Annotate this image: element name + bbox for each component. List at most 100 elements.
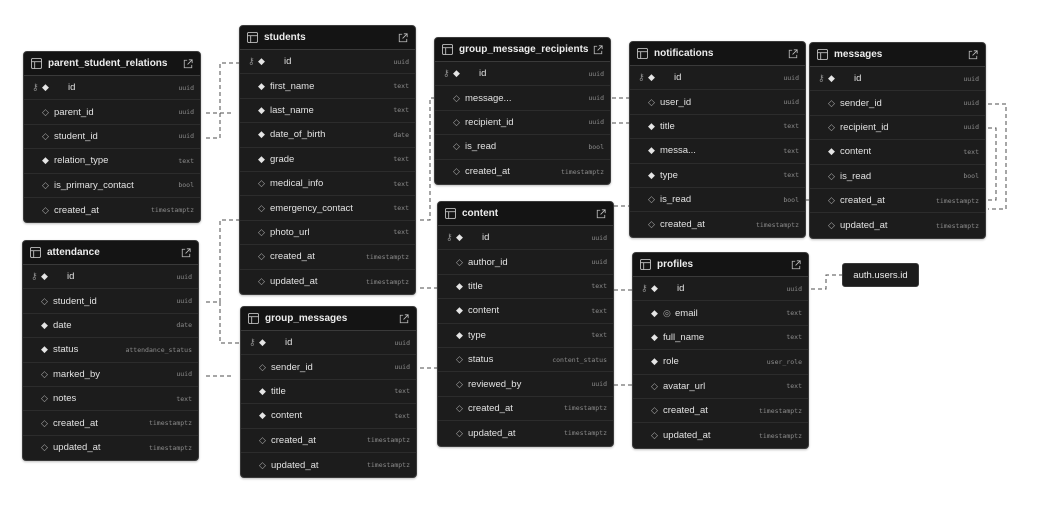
column-row[interactable]: ◆ type text (630, 164, 805, 188)
column-row[interactable]: ⚷ ◆ id uuid (24, 76, 200, 101)
column-row[interactable]: ◇ reviewed_by uuid (438, 372, 613, 397)
column-row[interactable]: ◆ ◎ email text (633, 301, 808, 326)
column-row[interactable]: ◆ date date (23, 314, 198, 339)
external-link-icon[interactable] (183, 58, 193, 69)
column-row[interactable]: ◆ status attendance_status (23, 338, 198, 363)
filled-diamond-icon: ◆ (258, 104, 265, 115)
column-row[interactable]: ◇ notes text (23, 387, 198, 412)
table-students[interactable]: students ⚷ ◆ id uuid ◆ first_name text ◆ last_nam… (239, 25, 416, 295)
table-header[interactable]: content (438, 202, 613, 226)
column-row[interactable]: ◇ message... uuid (435, 86, 610, 111)
column-row[interactable]: ◇ created_at timestamptz (810, 189, 985, 214)
column-row[interactable]: ◆ first_name text (240, 74, 415, 99)
table-header[interactable]: profiles (633, 253, 808, 277)
column-row[interactable]: ◇ student_id uuid (24, 125, 200, 150)
column-row[interactable]: ◇ user_id uuid (630, 90, 805, 115)
column-row[interactable]: ◆ type text (438, 324, 613, 348)
column-row[interactable]: ◇ updated_at timestamptz (240, 270, 415, 294)
table-header[interactable]: students (240, 26, 415, 50)
external-link-icon[interactable] (788, 48, 798, 59)
table-attendance[interactable]: attendance ⚷ ◆ id uuid ◇ student_id uuid ◆ date da… (22, 240, 199, 462)
column-row[interactable]: ⚷ ◆ id uuid (23, 265, 198, 290)
column-row[interactable]: ◇ parent_id uuid (24, 100, 200, 125)
column-row[interactable]: ◇ recipient_id uuid (810, 116, 985, 141)
external-link-icon[interactable] (181, 247, 191, 258)
table-name: messages (834, 49, 883, 60)
column-row[interactable]: ◆ last_name text (240, 99, 415, 124)
table-content[interactable]: content ⚷ ◆ id uuid ◇ author_id uuid ◆ title text ◆… (437, 201, 614, 447)
column-name: is_primary_contact (54, 179, 134, 191)
table-group-messages[interactable]: group_messages ⚷ ◆ id uuid ◇ sender_id uuid ◆ tit… (240, 306, 417, 479)
column-row[interactable]: ◇ photo_url text (240, 221, 415, 246)
column-row[interactable]: ◇ created_at timestamptz (241, 429, 416, 453)
column-name: first_name (270, 80, 315, 92)
column-name: created_at (270, 251, 315, 263)
column-row[interactable]: ◇ updated_at timestamptz (633, 423, 808, 447)
column-row[interactable]: ◆ date_of_birth date (240, 123, 415, 148)
key-icon: ⚷ (641, 283, 648, 294)
column-row[interactable]: ◆ content text (241, 404, 416, 429)
column-row[interactable]: ◇ emergency_contact text (240, 196, 415, 221)
column-row[interactable]: ◇ status content_status (438, 348, 613, 373)
column-row[interactable]: ◆ messa... text (630, 139, 805, 164)
column-row[interactable]: ◇ created_at timestamptz (240, 245, 415, 270)
column-row[interactable]: ◇ is_read bool (630, 188, 805, 213)
column-row[interactable]: ⚷ ◆ id uuid (810, 67, 985, 92)
column-row[interactable]: ◇ student_id uuid (23, 289, 198, 314)
column-row[interactable]: ⚷ ◆ id uuid (435, 62, 610, 87)
table-parent-student-relations[interactable]: parent_student_relations ⚷ ◆ id uuid ◇ parent_… (23, 51, 201, 224)
external-link-icon[interactable] (399, 313, 409, 324)
column-row[interactable]: ◆ relation_type text (24, 149, 200, 174)
column-row[interactable]: ◆ grade text (240, 148, 415, 172)
column-row[interactable]: ◇ avatar_url text (633, 375, 808, 399)
column-row[interactable]: ◇ created_at timestamptz (23, 411, 198, 436)
external-link-icon[interactable] (791, 259, 801, 270)
column-row[interactable]: ◇ author_id uuid (438, 250, 613, 275)
column-row[interactable]: ◇ created_at timestamptz (438, 397, 613, 422)
column-row[interactable]: ◆ content text (810, 140, 985, 165)
table-header[interactable]: group_message_recipients (435, 38, 610, 62)
column-row[interactable]: ◇ medical_info text (240, 172, 415, 197)
column-row[interactable]: ◇ updated_at timestamptz (241, 453, 416, 477)
table-header[interactable]: attendance (23, 241, 198, 265)
column-row[interactable]: ◇ created_at timestamptz (633, 399, 808, 424)
external-link-icon[interactable] (398, 32, 408, 43)
table-messages[interactable]: messages ⚷ ◆ id uuid ◇ sender_id uuid ◇ recipient… (809, 42, 986, 239)
column-row[interactable]: ◇ recipient_id uuid (435, 111, 610, 136)
column-row[interactable]: ◇ created_at timestamptz (435, 160, 610, 184)
column-row[interactable]: ◇ created_at timestamptz (24, 198, 200, 222)
external-link-icon[interactable] (593, 44, 603, 55)
column-row[interactable]: ◇ is_read bool (435, 135, 610, 160)
table-header[interactable]: parent_student_relations (24, 52, 200, 76)
column-type: timestamptz (935, 196, 979, 205)
table-header[interactable]: group_messages (241, 307, 416, 331)
external-link-icon[interactable] (596, 208, 606, 219)
column-row[interactable]: ◇ sender_id uuid (810, 91, 985, 116)
column-row[interactable]: ⚷ ◆ id uuid (630, 66, 805, 91)
external-link-icon[interactable] (968, 49, 978, 60)
column-row[interactable]: ◇ created_at timestamptz (630, 212, 805, 236)
column-row[interactable]: ◆ full_name text (633, 326, 808, 351)
external-ref-auth-users[interactable]: auth.users.id (842, 263, 919, 287)
column-row[interactable]: ⚷ ◆ id uuid (438, 226, 613, 251)
column-row[interactable]: ◇ marked_by uuid (23, 363, 198, 387)
column-row[interactable]: ◆ title text (438, 275, 613, 300)
column-row[interactable]: ◇ updated_at timestamptz (23, 436, 198, 460)
column-row[interactable]: ⚷ ◆ id uuid (240, 50, 415, 75)
column-row[interactable]: ◇ is_read bool (810, 165, 985, 189)
column-row[interactable]: ◇ updated_at timestamptz (810, 213, 985, 237)
column-row[interactable]: ◇ is_primary_contact bool (24, 174, 200, 198)
column-row[interactable]: ⚷ ◆ id uuid (241, 331, 416, 356)
column-row[interactable]: ◆ title text (630, 115, 805, 140)
table-profiles[interactable]: profiles ⚷ ◆ id uuid ◆ ◎ email text ◆ full_name tex… (632, 252, 809, 449)
column-row[interactable]: ⚷ ◆ id uuid (633, 277, 808, 302)
column-row[interactable]: ◇ updated_at timestamptz (438, 421, 613, 445)
column-row[interactable]: ◆ title text (241, 380, 416, 405)
table-header[interactable]: notifications (630, 42, 805, 66)
column-row[interactable]: ◆ role user_role (633, 350, 808, 375)
table-header[interactable]: messages (810, 43, 985, 67)
column-row[interactable]: ◆ content text (438, 299, 613, 324)
column-row[interactable]: ◇ sender_id uuid (241, 355, 416, 380)
table-group-message-recipients[interactable]: group_message_recipients ⚷ ◆ id uuid ◇ message… (434, 37, 611, 185)
table-notifications[interactable]: notifications ⚷ ◆ id uuid ◇ user_id uuid ◆ title t… (629, 41, 806, 238)
